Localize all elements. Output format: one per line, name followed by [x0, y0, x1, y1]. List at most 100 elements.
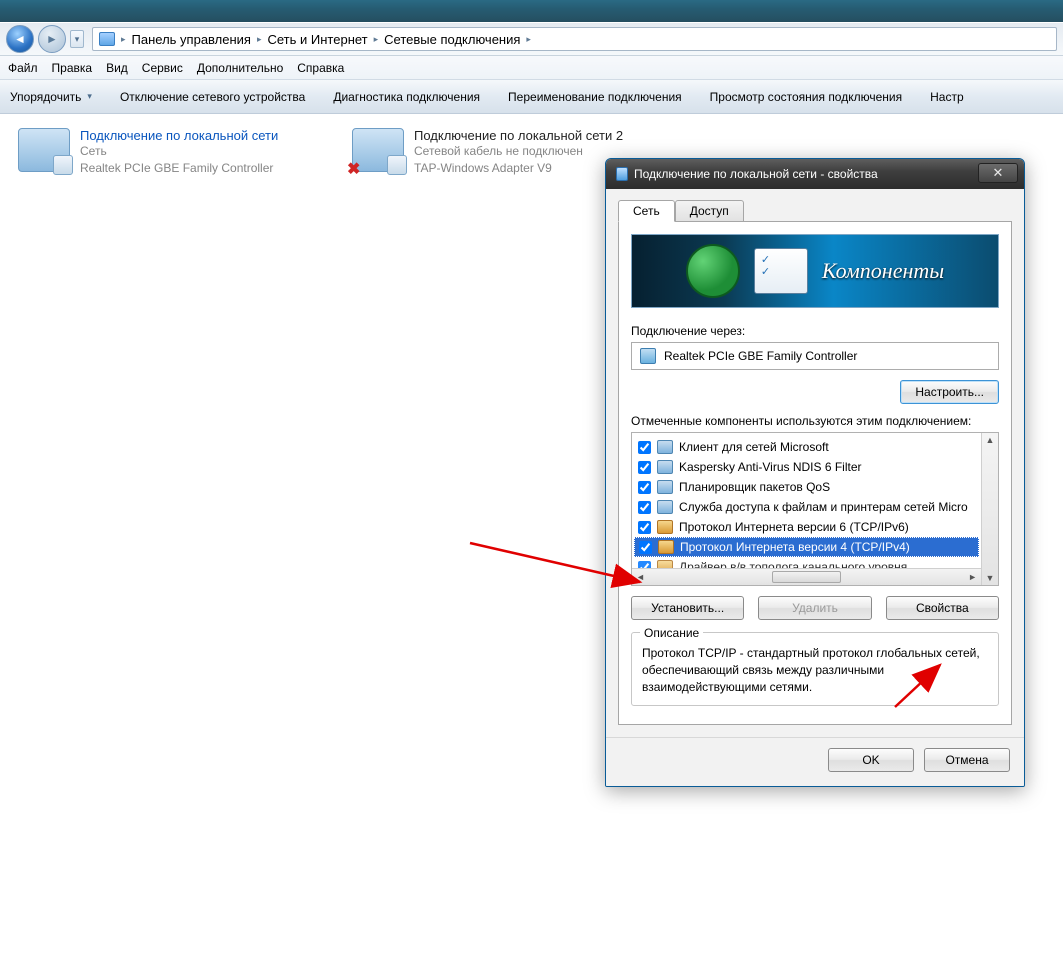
cmd-rename[interactable]: Переименование подключения — [508, 90, 682, 104]
components-banner: Компоненты — [631, 234, 999, 308]
breadcrumb-label: Панель управления — [132, 32, 251, 47]
component-name: Клиент для сетей Microsoft — [679, 440, 829, 454]
connection-status: Сеть — [80, 143, 278, 160]
back-button[interactable]: ◄ — [6, 25, 34, 53]
scroll-left-icon[interactable]: ◄ — [636, 572, 645, 582]
description-text: Протокол TCP/IP - стандартный протокол г… — [642, 646, 980, 694]
command-bar: Упорядочить ▾ Отключение сетевого устрой… — [0, 80, 1063, 114]
cmd-diagnose[interactable]: Диагностика подключения — [333, 90, 480, 104]
remove-button: Удалить — [758, 596, 871, 620]
scroll-right-icon[interactable]: ► — [968, 572, 977, 582]
banner-text: Компоненты — [822, 258, 944, 284]
component-checkbox[interactable] — [638, 461, 651, 474]
component-checkbox[interactable] — [638, 521, 651, 534]
component-row[interactable]: Kaspersky Anti-Virus NDIS 6 Filter — [634, 457, 979, 477]
dialog-footer: OK Отмена — [606, 737, 1024, 786]
components-label: Отмеченные компоненты используются этим … — [631, 414, 999, 428]
horizontal-scrollbar[interactable]: ◄ ► — [632, 568, 981, 585]
adapter-name: Realtek PCIe GBE Family Controller — [664, 349, 857, 363]
chevron-down-icon: ▾ — [87, 91, 92, 102]
tab-access[interactable]: Доступ — [675, 200, 744, 222]
component-checkbox[interactable] — [638, 481, 651, 494]
tab-strip: Сеть Доступ — [618, 200, 1012, 222]
component-name: Планировщик пакетов QoS — [679, 480, 830, 494]
connection-properties-dialog: Подключение по локальной сети - свойства… — [605, 158, 1025, 787]
client-icon — [657, 480, 673, 494]
arrow-right-icon: ► — [46, 32, 58, 46]
menu-bar: Файл Правка Вид Сервис Дополнительно Спр… — [0, 56, 1063, 80]
adapter-icon — [640, 348, 656, 364]
cmd-status[interactable]: Просмотр состояния подключения — [710, 90, 902, 104]
description-groupbox: Описание Протокол TCP/IP - стандартный п… — [631, 632, 999, 706]
client-icon — [657, 500, 673, 514]
dialog-title: Подключение по локальной сети - свойства — [634, 167, 878, 181]
dialog-close-button[interactable]: ✕ — [978, 163, 1018, 183]
configure-button[interactable]: Настроить... — [900, 380, 999, 404]
breadcrumb-network-connections[interactable]: Сетевые подключения ▸ — [384, 32, 531, 47]
scroll-down-icon[interactable]: ▼ — [986, 573, 995, 583]
adapter-title-icon — [616, 167, 628, 181]
tab-network[interactable]: Сеть — [618, 200, 675, 222]
vertical-scrollbar[interactable]: ▲ ▼ — [981, 433, 998, 585]
component-name: Служба доступа к файлам и принтерам сете… — [679, 500, 968, 514]
breadcrumb-control-panel[interactable]: Панель управления ▸ — [132, 32, 262, 47]
checklist-icon — [754, 248, 808, 294]
network-adapter-icon: ✖ — [352, 128, 404, 172]
address-bar[interactable]: ▸ Панель управления ▸ Сеть и Интернет ▸ … — [92, 27, 1057, 51]
client-icon — [657, 460, 673, 474]
component-row[interactable]: Протокол Интернета версии 6 (TCP/IPv6) — [634, 517, 979, 537]
arrow-left-icon: ◄ — [14, 32, 26, 46]
component-row[interactable]: Клиент для сетей Microsoft — [634, 437, 979, 457]
network-adapter-icon — [18, 128, 70, 172]
cmd-settings-truncated[interactable]: Настр — [930, 90, 964, 104]
disconnected-icon: ✖ — [347, 159, 360, 179]
menu-service[interactable]: Сервис — [142, 61, 183, 75]
component-row[interactable]: Служба доступа к файлам и принтерам сете… — [634, 497, 979, 517]
protocol-icon — [657, 520, 673, 534]
chevron-right-icon: ▸ — [526, 34, 531, 45]
control-panel-icon — [99, 32, 115, 46]
connect-via-label: Подключение через: — [631, 324, 999, 338]
cmd-label: Упорядочить — [10, 90, 81, 104]
protocol-icon — [658, 540, 674, 554]
components-listbox[interactable]: Клиент для сетей Microsoft Kaspersky Ant… — [631, 432, 999, 586]
dialog-title-bar[interactable]: Подключение по локальной сети - свойства… — [606, 159, 1024, 189]
component-name: Протокол Интернета версии 6 (TCP/IPv6) — [679, 520, 909, 534]
breadcrumb-label: Сетевые подключения — [384, 32, 520, 47]
menu-edit[interactable]: Правка — [52, 61, 93, 75]
install-button[interactable]: Установить... — [631, 596, 744, 620]
navigation-bar: ◄ ► ▾ ▸ Панель управления ▸ Сеть и Интер… — [0, 22, 1063, 56]
component-checkbox[interactable] — [638, 441, 651, 454]
cmd-disable-device[interactable]: Отключение сетевого устройства — [120, 90, 305, 104]
connection-title: Подключение по локальной сети 2 — [414, 128, 623, 143]
cancel-button[interactable]: Отмена — [924, 748, 1010, 772]
cmd-organize[interactable]: Упорядочить ▾ — [10, 90, 92, 104]
connection-adapter: Realtek PCIe GBE Family Controller — [80, 160, 278, 177]
component-checkbox[interactable] — [639, 541, 652, 554]
component-row-selected[interactable]: Протокол Интернета версии 4 (TCP/IPv4) — [634, 537, 979, 557]
forward-button[interactable]: ► — [38, 25, 66, 53]
scrollbar-thumb[interactable] — [772, 571, 842, 583]
ok-button[interactable]: OK — [828, 748, 914, 772]
client-icon — [657, 440, 673, 454]
menu-help[interactable]: Справка — [297, 61, 344, 75]
connection-status: Сетевой кабель не подключен — [414, 143, 623, 160]
chevron-right-icon: ▸ — [374, 34, 379, 45]
menu-file[interactable]: Файл — [8, 61, 38, 75]
tab-panel-network: Компоненты Подключение через: Realtek PC… — [618, 221, 1012, 725]
connection-title: Подключение по локальной сети — [80, 128, 278, 143]
menu-advanced[interactable]: Дополнительно — [197, 61, 283, 75]
scroll-up-icon[interactable]: ▲ — [986, 435, 995, 445]
window-title-bar — [0, 0, 1063, 22]
component-row[interactable]: Планировщик пакетов QoS — [634, 477, 979, 497]
chevron-right-icon: ▸ — [257, 34, 262, 45]
component-checkbox[interactable] — [638, 501, 651, 514]
chevron-right-icon: ▸ — [121, 34, 126, 45]
dialog-body: Сеть Доступ Компоненты Подключение через… — [606, 189, 1024, 737]
breadcrumb-network-internet[interactable]: Сеть и Интернет ▸ — [268, 32, 379, 47]
connection-item-lan1[interactable]: Подключение по локальной сети Сеть Realt… — [18, 128, 328, 177]
properties-button[interactable]: Свойства — [886, 596, 999, 620]
components-list: Клиент для сетей Microsoft Kaspersky Ant… — [632, 433, 981, 585]
history-dropdown[interactable]: ▾ — [70, 30, 84, 48]
menu-view[interactable]: Вид — [106, 61, 128, 75]
